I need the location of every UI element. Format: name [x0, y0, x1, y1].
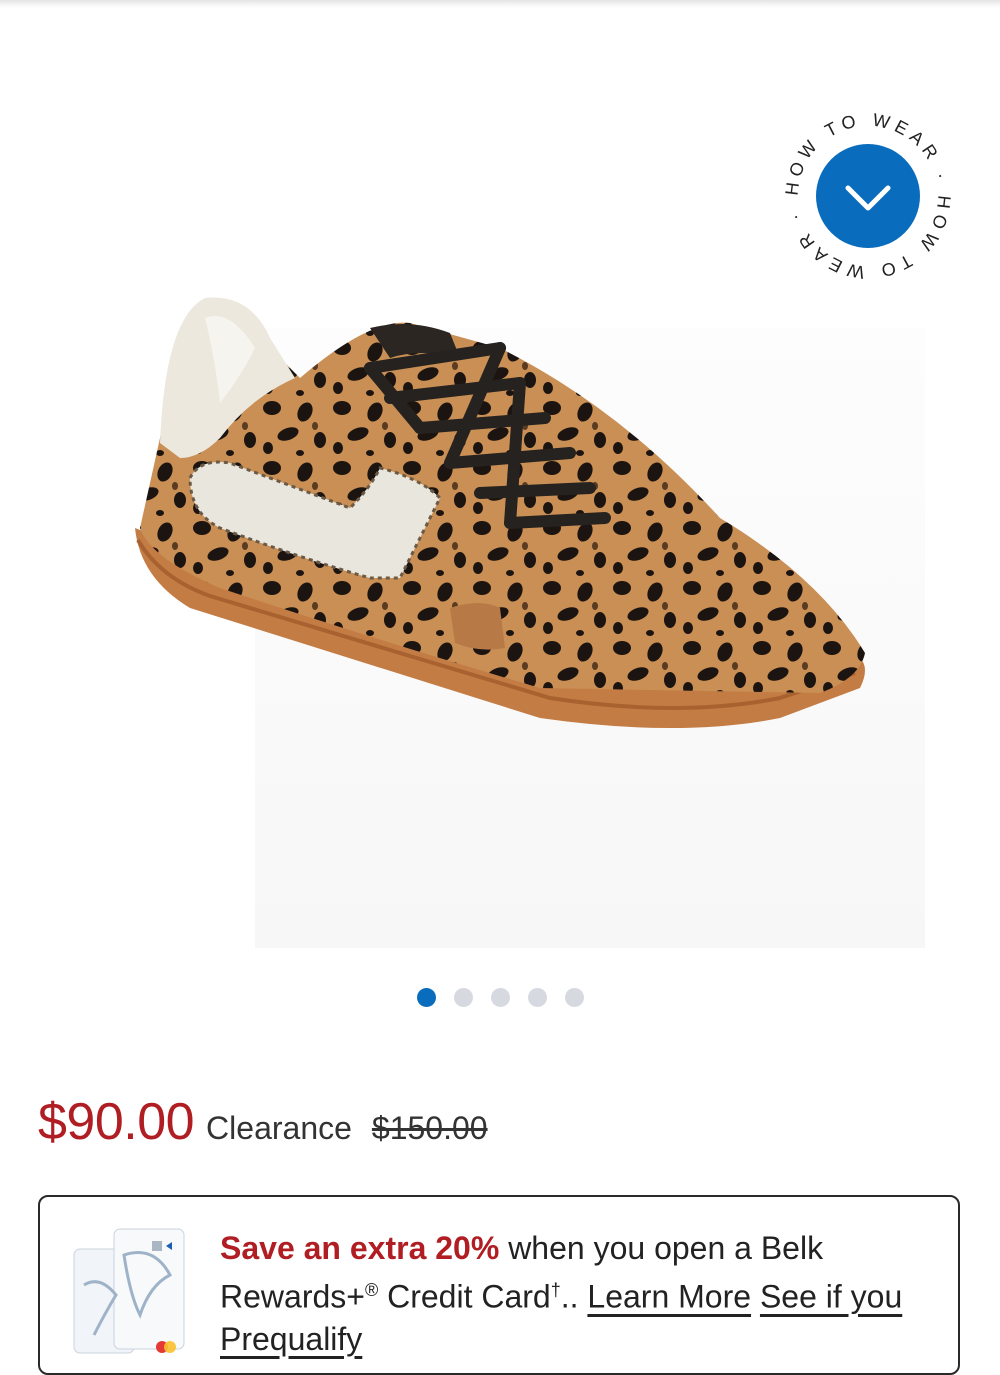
original-price: $150.00 — [371, 1110, 488, 1146]
credit-card-promo: Save an extra 20% when you open a Belk R… — [38, 1195, 960, 1375]
carousel-dot-4[interactable] — [527, 988, 547, 1007]
promo-highlight: Save an extra 20% — [220, 1230, 500, 1266]
promo-text-3: .. — [560, 1278, 588, 1315]
carousel-dot-5[interactable] — [564, 988, 584, 1007]
registered-mark: ® — [364, 1280, 379, 1300]
price-row: $90.00 Clearance $150.00 — [38, 1092, 488, 1162]
product-gallery[interactable]: HOW TO WEAR · HOW TO WEAR · — [0, 8, 1000, 1018]
top-divider — [0, 0, 1000, 8]
price-label: Clearance — [206, 1110, 352, 1146]
carousel-dot-3[interactable] — [490, 988, 510, 1007]
credit-card-image — [73, 1228, 185, 1354]
promo-text-2: Credit Card — [378, 1278, 551, 1315]
sale-price: $90.00 — [38, 1093, 195, 1151]
carousel-dot-1[interactable] — [416, 988, 436, 1007]
product-image[interactable] — [120, 278, 900, 758]
expand-button[interactable] — [816, 144, 920, 248]
learn-more-link[interactable]: Learn More — [587, 1279, 751, 1315]
carousel-dot-2[interactable] — [453, 988, 473, 1007]
promo-message: Save an extra 20% when you open a Belk R… — [220, 1227, 940, 1360]
how-to-wear-badge[interactable]: HOW TO WEAR · HOW TO WEAR · — [785, 113, 951, 279]
carousel-pagination — [0, 988, 1000, 1008]
dagger-mark: † — [550, 1280, 561, 1300]
